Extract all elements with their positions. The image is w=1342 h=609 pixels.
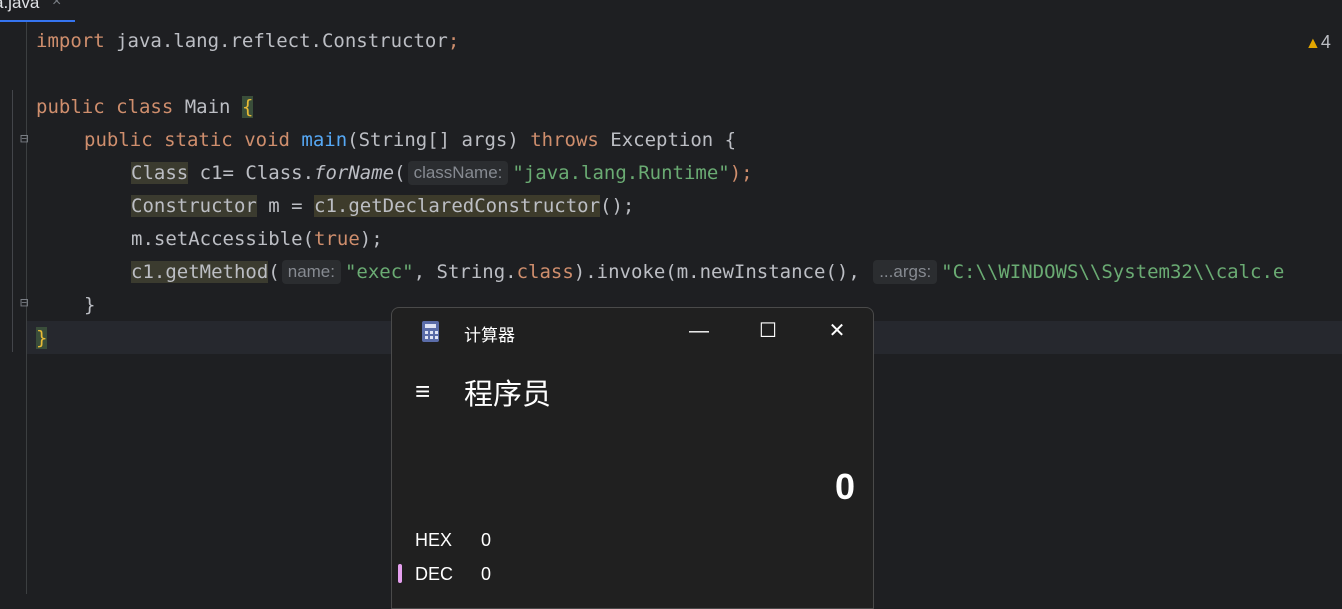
kw-public: public bbox=[84, 129, 153, 151]
code-line-10[interactable]: } bbox=[36, 323, 48, 353]
close-paren: ); bbox=[729, 162, 753, 184]
import-path: java.lang.reflect.Constructor bbox=[104, 30, 448, 52]
paren: ( bbox=[268, 261, 280, 283]
hex-label: HEX bbox=[415, 530, 453, 550]
type-constructor: Constructor bbox=[131, 195, 257, 217]
tab-close-icon[interactable]: × bbox=[52, 0, 61, 10]
editor-tab[interactable]: a.java × bbox=[0, 0, 75, 22]
open-brace: { bbox=[241, 96, 254, 118]
fold-open-icon[interactable]: ⊟ bbox=[20, 132, 33, 146]
warning-icon: ▲ bbox=[1305, 35, 1321, 52]
code-line-8[interactable]: c1.getMethod(name: "exec", String.class).… bbox=[131, 257, 1284, 287]
kw-static: static bbox=[164, 129, 233, 151]
param-hint: name: bbox=[281, 260, 341, 284]
hex-row[interactable]: HEX 0 bbox=[415, 530, 491, 551]
calculator-icon bbox=[422, 321, 439, 342]
code-fragment: ).invoke(m.newInstance(), bbox=[573, 261, 872, 283]
type-class: Class bbox=[131, 162, 189, 184]
calculator-window[interactable]: 计算器 — ☐ ✕ ≡ 程序员 0 HEX 0 DEC 0 bbox=[391, 307, 874, 609]
close-brace: } bbox=[36, 327, 48, 349]
warning-count: 4 bbox=[1320, 32, 1331, 52]
method-call: c1.getDeclaredConstructor bbox=[314, 195, 601, 217]
hex-value: 0 bbox=[481, 530, 492, 550]
close-paren: (); bbox=[600, 195, 635, 217]
paren: ( bbox=[394, 162, 406, 184]
kw-void: void bbox=[244, 129, 290, 151]
close-button[interactable]: ✕ bbox=[817, 316, 857, 346]
code-line-5[interactable]: Class c1= Class.forName(className: "java.… bbox=[131, 158, 753, 188]
kw-public: public bbox=[36, 96, 105, 118]
param-hint: className: bbox=[407, 161, 509, 185]
param-hint: ...args: bbox=[873, 260, 938, 284]
code-line-3[interactable]: public class Main { bbox=[36, 92, 254, 122]
class-name: Main bbox=[173, 96, 242, 118]
code-fragment: , String. bbox=[413, 261, 517, 283]
string-literal: "exec" bbox=[344, 261, 414, 283]
calculator-display: 0 bbox=[834, 466, 855, 507]
string-literal: "C:\\WINDOWS\\System32\\calc.e bbox=[941, 261, 1285, 283]
dec-value: 0 bbox=[481, 564, 492, 584]
code-line-4[interactable]: public static void main(String[] args) t… bbox=[84, 125, 736, 155]
params: (String[] args) bbox=[347, 129, 531, 151]
exception-clause: Exception { bbox=[598, 129, 737, 151]
close-paren: ); bbox=[359, 228, 383, 250]
kw-true: true bbox=[314, 228, 360, 250]
indent-guide bbox=[12, 90, 13, 352]
close-brace: } bbox=[84, 294, 96, 316]
mode-title: 程序员 bbox=[464, 379, 552, 411]
kw-import: import bbox=[36, 30, 105, 52]
fold-close-icon[interactable]: ⊟ bbox=[20, 296, 33, 310]
method-call: m.setAccessible( bbox=[131, 228, 315, 250]
warning-indicator[interactable]: ▲4 bbox=[1305, 32, 1331, 53]
method-forname: forName bbox=[314, 162, 395, 184]
maximize-button[interactable]: ☐ bbox=[748, 316, 788, 346]
method-main: main bbox=[301, 129, 348, 151]
menu-icon[interactable]: ≡ bbox=[415, 378, 430, 404]
string-literal: "java.lang.Runtime" bbox=[512, 162, 730, 184]
method-getmethod: c1.getMethod bbox=[131, 261, 269, 283]
kw-class: class bbox=[516, 261, 574, 283]
dec-row[interactable]: DEC 0 bbox=[415, 564, 491, 585]
decl: m = bbox=[256, 195, 315, 217]
code-line-1[interactable]: import java.lang.reflect.Constructor; bbox=[36, 26, 459, 56]
code-line-9[interactable]: } bbox=[84, 290, 95, 320]
code-line-7[interactable]: m.setAccessible(true); bbox=[131, 224, 383, 254]
window-title: 计算器 bbox=[464, 326, 515, 345]
dec-selection-indicator bbox=[398, 564, 402, 583]
kw-throws: throws bbox=[530, 129, 599, 151]
semicolon: ; bbox=[447, 30, 460, 52]
dec-label: DEC bbox=[415, 564, 454, 584]
code-line-6[interactable]: Constructor m = c1.getDeclaredConstructo… bbox=[131, 191, 634, 221]
tab-filename: a.java bbox=[0, 0, 40, 12]
minimize-button[interactable]: — bbox=[679, 316, 719, 346]
kw-class: class bbox=[116, 96, 174, 118]
decl: c1= Class. bbox=[188, 162, 315, 184]
